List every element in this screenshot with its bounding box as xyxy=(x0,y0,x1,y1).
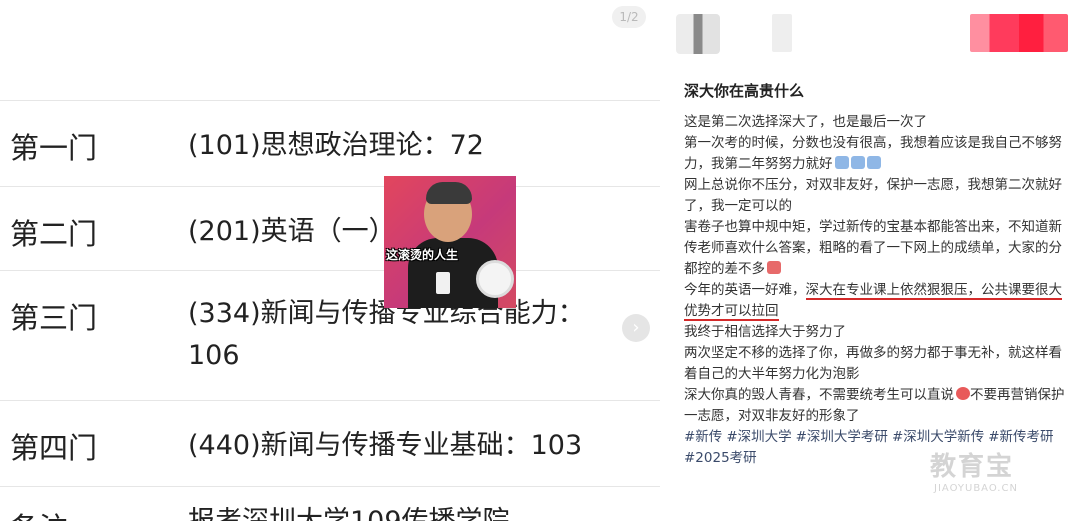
post-text: 深大你真的毁人青春，不需要统考生可以直说 xyxy=(684,387,954,403)
hashtag-link[interactable]: #深圳大学考研 xyxy=(796,429,888,445)
subject-label: 第四门 xyxy=(10,431,98,465)
post-paragraph: 这是第二次选择深大了，也是最后一次了 xyxy=(684,114,927,130)
table-row: 备注 报考深圳大学109传播学院 xyxy=(0,486,660,521)
crying-emoji-icon xyxy=(850,156,865,169)
post-paragraph: 今年的英语一好难，深大在专业课上依然狠狠压，公共课要很大优势才可以拉回 xyxy=(684,280,1070,322)
post-body: 这是第二次选择深大了，也是最后一次了 第一次考的时候，分数也没有很高，我想着应该… xyxy=(684,112,1070,469)
fan-icon xyxy=(476,260,514,298)
post-title: 深大你在高贵什么 xyxy=(684,82,805,100)
subject-label: 第三门 xyxy=(10,301,98,335)
hashtag-link[interactable]: #新传考研 xyxy=(988,429,1053,445)
image-viewer[interactable]: 1/2 第一门 (101)思想政治理论：72 第二门 (201)英语（一） 第三… xyxy=(0,0,660,521)
post-paragraph: 害卷子也算中规中矩，学过新传的宝基本都能答出来，不知道新传老师喜欢什么答案，粗略… xyxy=(684,217,1070,280)
hashtag-link[interactable]: #2025考研 xyxy=(684,450,757,466)
page-indicator: 1/2 xyxy=(612,6,646,28)
table-row: 第二门 (201)英语（一） xyxy=(0,186,660,270)
crying-emoji-icon xyxy=(866,156,881,169)
meme-caption: 这滚烫的人生 xyxy=(386,248,459,262)
hashtag-link[interactable]: #深圳大学 xyxy=(726,429,791,445)
table-row: 第一门 (101)思想政治理论：72 xyxy=(0,100,660,186)
post-paragraph: 网上总说你不压分，对双非友好，保护一志愿，我想第二次就好了，我一定可以的 xyxy=(684,177,1062,214)
subject-score: (440)新闻与传播专业基础：103 xyxy=(188,430,583,461)
hashtag-link[interactable]: #新传 xyxy=(684,429,722,445)
hashtag-list: #新传 #深圳大学 #深圳大学考研 #深圳大学新传 #新传考研 #2025考研 xyxy=(684,427,1070,469)
post-paragraph: 我终于相信选择大于努力了 xyxy=(684,324,846,340)
follow-button[interactable] xyxy=(970,14,1068,52)
post-paragraph: 第一次考的时候，分数也没有很高，我想着应该是我自己不够努力，我第二年努努力就好 xyxy=(684,133,1070,175)
subject-score: (101)思想政治理论：72 xyxy=(188,130,484,161)
sad-emoji-icon xyxy=(767,261,781,274)
post-paragraph: 深大你真的毁人青春，不需要统考生可以直说 不要再营销保护一志愿，对双非友好的形象了 xyxy=(684,385,1070,427)
score-table: 第一门 (101)思想政治理论：72 第二门 (201)英语（一） 第三门 (3… xyxy=(0,100,660,521)
subject-score: 报考深圳大学109传播学院 xyxy=(188,501,628,521)
post-text: 今年的英语一好难， xyxy=(684,282,806,298)
author-name[interactable] xyxy=(772,14,792,52)
crying-emoji-icon xyxy=(834,156,849,169)
subject-label: 第一门 xyxy=(10,131,98,165)
table-row: 第四门 (440)新闻与传播专业基础：103 xyxy=(0,400,660,486)
avatar[interactable] xyxy=(676,14,720,54)
subject-label: 备注 xyxy=(10,505,68,521)
meme-person-hair xyxy=(426,182,472,204)
table-row: 第三门 (334)新闻与传播专业综合能力：106 xyxy=(0,270,660,400)
alarm-clock-emoji-icon xyxy=(956,387,970,400)
post-panel: 深大你在高贵什么 这是第二次选择深大了，也是最后一次了 第一次考的时候，分数也没… xyxy=(660,0,1080,521)
subject-label: 第二门 xyxy=(10,217,98,251)
chevron-right-icon[interactable]: › xyxy=(622,314,650,342)
post-text: 害卷子也算中规中矩，学过新传的宝基本都能答出来，不知道新传老师喜欢什么答案，粗略… xyxy=(684,219,1062,277)
post-paragraph: 两次坚定不移的选择了你，再做多的努力都于事无补，就这样看着自己的大半年努力化为泡… xyxy=(684,345,1062,382)
meme-sticker: 这滚烫的人生 xyxy=(384,176,516,308)
meme-cup xyxy=(436,272,450,294)
hashtag-link[interactable]: #深圳大学新传 xyxy=(892,429,984,445)
